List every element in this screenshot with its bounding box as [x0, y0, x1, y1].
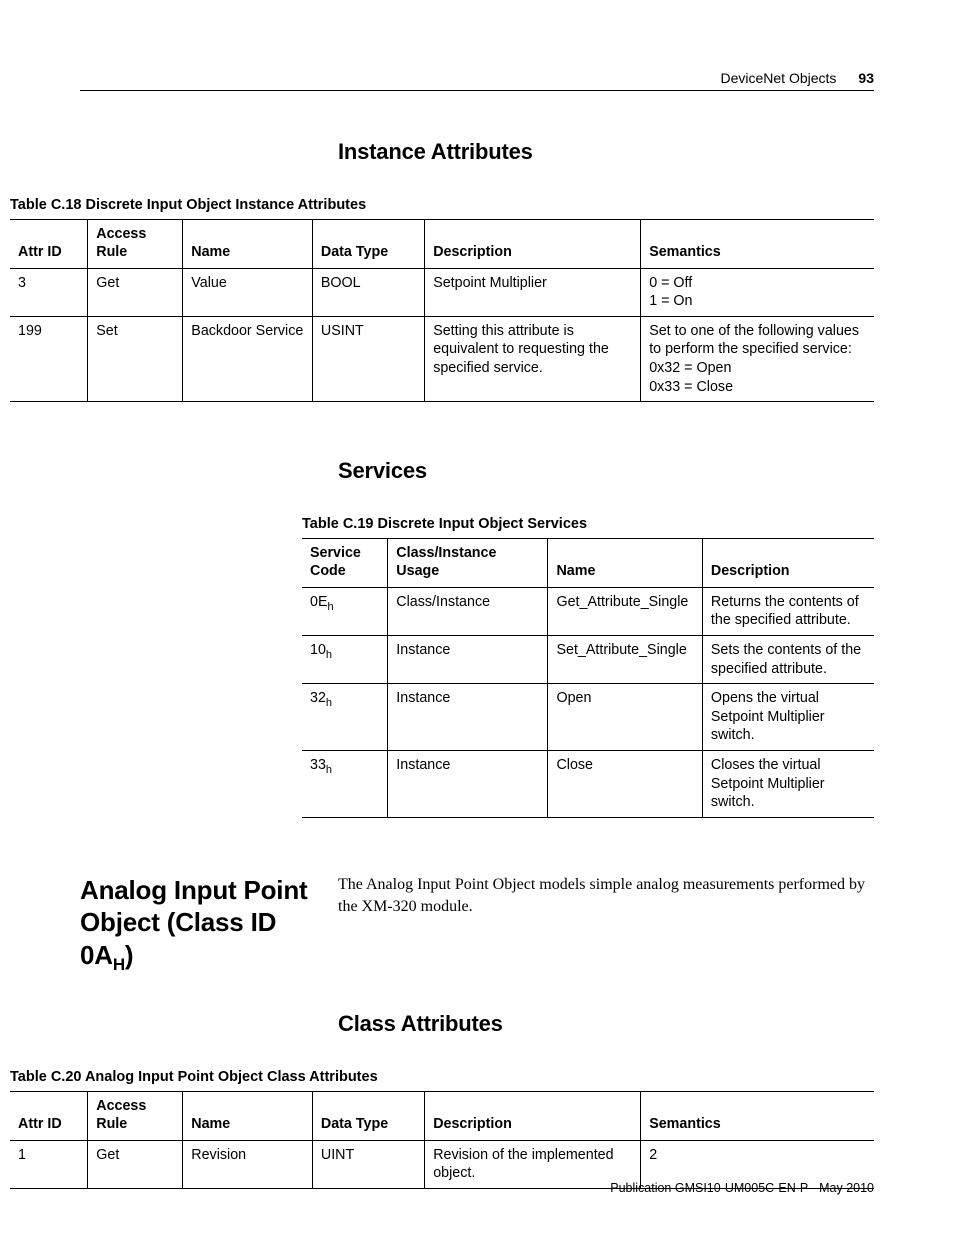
table-cell: 0 = Off1 = On [641, 268, 874, 316]
table-cell: Setpoint Multiplier [425, 268, 641, 316]
th-semantics: Semantics [641, 220, 874, 269]
table-row: 0EhClass/InstanceGet_Attribute_SingleRet… [302, 587, 874, 635]
th-name: Name [548, 539, 702, 588]
table-cell: BOOL [312, 268, 424, 316]
table-cell: Close [548, 750, 702, 817]
table-cell: Backdoor Service [183, 316, 313, 401]
table-c19: Service Code Class/Instance Usage Name D… [302, 538, 874, 818]
table-cell: Instance [388, 684, 548, 751]
table-cell: 1 [10, 1140, 88, 1188]
th-access-rule: Access Rule [88, 1092, 183, 1141]
table-cell: Get_Attribute_Single [548, 587, 702, 635]
table-cell: 33h [302, 750, 388, 817]
th-description: Description [702, 539, 874, 588]
table-cell: USINT [312, 316, 424, 401]
instance-attributes-heading: Instance Attributes [338, 139, 874, 165]
table-cell: Instance [388, 750, 548, 817]
header-page-number: 93 [858, 70, 874, 86]
th-attr-id: Attr ID [10, 1092, 88, 1141]
table-cell: Sets the contents of the specified attri… [702, 636, 874, 684]
table-c18-caption: Table C.18 Discrete Input Object Instanc… [10, 197, 874, 213]
table-cell: 0Eh [302, 587, 388, 635]
header-section-title: DeviceNet Objects [720, 70, 836, 86]
services-heading: Services [338, 458, 874, 484]
heading-subscript: H [113, 955, 125, 974]
table-cell: Get [88, 268, 183, 316]
table-cell: Set [88, 316, 183, 401]
table-cell: Value [183, 268, 313, 316]
class-attributes-heading: Class Attributes [338, 1011, 874, 1037]
table-cell: 199 [10, 316, 88, 401]
table-row: 32hInstanceOpenOpens the virtual Setpoin… [302, 684, 874, 751]
table-cell: 32h [302, 684, 388, 751]
table-cell: Revision of the implemented object. [425, 1140, 641, 1188]
table-cell: Setting this attribute is equivalent to … [425, 316, 641, 401]
page-header: DeviceNet Objects 93 [80, 70, 874, 91]
th-name: Name [183, 220, 313, 269]
table-cell: Class/Instance [388, 587, 548, 635]
th-class-instance-usage: Class/Instance Usage [388, 539, 548, 588]
table-row: 10hInstanceSet_Attribute_SingleSets the … [302, 636, 874, 684]
table-cell: 3 [10, 268, 88, 316]
table-row: 199SetBackdoor ServiceUSINTSetting this … [10, 316, 874, 401]
table-cell: Revision [183, 1140, 313, 1188]
th-attr-id: Attr ID [10, 220, 88, 269]
table-cell: Set to one of the following values to pe… [641, 316, 874, 401]
table-cell: Returns the contents of the specified at… [702, 587, 874, 635]
table-c18: Attr ID Access Rule Name Data Type Descr… [10, 219, 874, 402]
analog-input-body-text: The Analog Input Point Object models sim… [338, 874, 874, 919]
th-service-code: Service Code [302, 539, 388, 588]
table-c20-caption: Table C.20 Analog Input Point Object Cla… [10, 1069, 874, 1085]
th-access-rule: Access Rule [88, 220, 183, 269]
th-data-type: Data Type [312, 220, 424, 269]
table-cell: Closes the virtual Setpoint Multiplier s… [702, 750, 874, 817]
table-header-row: Attr ID Access Rule Name Data Type Descr… [10, 220, 874, 269]
th-description: Description [425, 1092, 641, 1141]
th-data-type: Data Type [312, 1092, 424, 1141]
table-cell: Get [88, 1140, 183, 1188]
table-cell: Open [548, 684, 702, 751]
table-c19-caption: Table C.19 Discrete Input Object Service… [302, 516, 874, 532]
table-cell: Set_Attribute_Single [548, 636, 702, 684]
th-semantics: Semantics [641, 1092, 874, 1141]
table-cell: 10h [302, 636, 388, 684]
table-cell: UINT [312, 1140, 424, 1188]
table-row: 33hInstanceCloseCloses the virtual Setpo… [302, 750, 874, 817]
table-row: 3GetValueBOOLSetpoint Multiplier0 = Off1… [10, 268, 874, 316]
th-name: Name [183, 1092, 313, 1141]
analog-input-point-object-heading: Analog Input Point Object (Class ID 0AH) [80, 874, 318, 975]
table-header-row: Attr ID Access Rule Name Data Type Descr… [10, 1092, 874, 1141]
table-header-row: Service Code Class/Instance Usage Name D… [302, 539, 874, 588]
table-cell: Instance [388, 636, 548, 684]
publication-footer: Publication GMSI10-UM005C-EN-P - May 201… [610, 1181, 874, 1195]
th-description: Description [425, 220, 641, 269]
table-cell: Opens the virtual Setpoint Multiplier sw… [702, 684, 874, 751]
table-c20: Attr ID Access Rule Name Data Type Descr… [10, 1091, 874, 1189]
heading-text-post: ) [125, 940, 133, 970]
